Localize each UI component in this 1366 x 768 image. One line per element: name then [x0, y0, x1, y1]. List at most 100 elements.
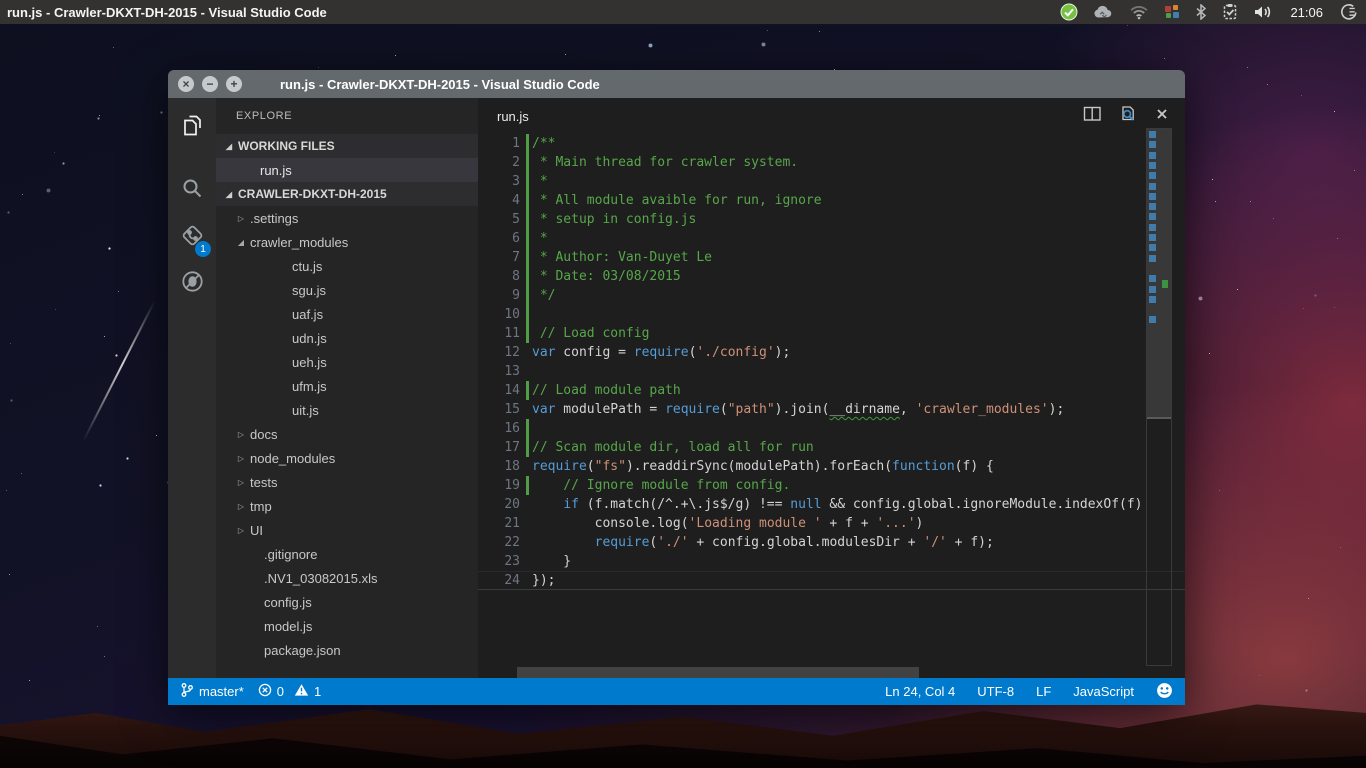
code-line-19[interactable]: 19 // Ignore module from config.: [478, 476, 1185, 495]
clock[interactable]: 21:06: [1290, 5, 1323, 20]
folder-crawler_modules[interactable]: ◢crawler_modules: [216, 230, 478, 254]
file-sgu.js[interactable]: sgu.js: [216, 278, 478, 302]
file-model.js[interactable]: model.js: [216, 614, 478, 638]
editor-group: run.js 1/**2 * Main thread for crawler s…: [478, 98, 1185, 678]
branch-label: master*: [199, 684, 244, 699]
folder-.settings[interactable]: ▷.settings: [216, 206, 478, 230]
ruler-mark-modified: [1149, 275, 1156, 282]
feedback-smiley-icon[interactable]: [1156, 682, 1173, 702]
code-line-1[interactable]: 1/**: [478, 134, 1185, 153]
code-line-12[interactable]: 12var config = require('./config');: [478, 343, 1185, 362]
code-line-5[interactable]: 5 * setup in config.js: [478, 210, 1185, 229]
preview-icon[interactable]: [1119, 105, 1138, 127]
modified-line-indicator: [526, 210, 529, 229]
code-line-3[interactable]: 3 *: [478, 172, 1185, 191]
file-config.js[interactable]: config.js: [216, 590, 478, 614]
file-udn.js[interactable]: udn.js: [216, 326, 478, 350]
code-line-2[interactable]: 2 * Main thread for crawler system.: [478, 153, 1185, 172]
file-package.json[interactable]: package.json: [216, 638, 478, 662]
bluetooth-icon[interactable]: [1195, 2, 1207, 22]
git-branch-status[interactable]: master*: [180, 682, 244, 701]
code-line-8[interactable]: 8 * Date: 03/08/2015: [478, 267, 1185, 286]
code-line-20[interactable]: 20 if (f.match(/^.+\.js$/g) !== null && …: [478, 495, 1185, 514]
warning-count[interactable]: 1: [294, 683, 321, 700]
folder-node_modules[interactable]: ▷node_modules: [216, 446, 478, 470]
working-files-header[interactable]: ◢WORKING FILES: [216, 134, 478, 158]
ruler-mark-modified: [1149, 244, 1156, 251]
code-text: *: [532, 172, 548, 191]
file-ctu.js[interactable]: ctu.js: [216, 254, 478, 278]
token: + f +: [822, 516, 877, 531]
minimize-button[interactable]: −: [202, 76, 218, 92]
folder-tests[interactable]: ▷tests: [216, 470, 478, 494]
status-eol[interactable]: LF: [1036, 684, 1051, 699]
token: 'crawler_modules': [916, 402, 1049, 417]
squiggle-underlined-token: __dirname: [829, 402, 899, 417]
activity-item-git[interactable]: 1: [168, 216, 216, 260]
token: // Load config: [532, 326, 649, 341]
cloud-sync-icon[interactable]: [1093, 2, 1114, 22]
code-line-24[interactable]: 24});: [478, 571, 1185, 590]
code-line-4[interactable]: 4 * All module avaible for run, ignore: [478, 191, 1185, 210]
window-titlebar[interactable]: ×−+ run.js - Crawler-DKXT-DH-2015 - Visu…: [168, 70, 1185, 98]
code-line-16[interactable]: 16: [478, 419, 1185, 438]
folder-label: .settings: [250, 211, 298, 226]
file-label: uit.js: [292, 403, 319, 418]
code-line-10[interactable]: 10: [478, 305, 1185, 324]
code-line-9[interactable]: 9 */: [478, 286, 1185, 305]
activity-item-search[interactable]: [168, 169, 216, 213]
file-uit.js[interactable]: uit.js: [216, 398, 478, 422]
code-line-15[interactable]: 15var modulePath = require("path").join(…: [478, 400, 1185, 419]
workspaces-color-icon[interactable]: [1164, 2, 1180, 22]
file-uaf.js[interactable]: uaf.js: [216, 302, 478, 326]
error-count[interactable]: 0: [258, 683, 284, 700]
panel-window-title: run.js - Crawler-DKXT-DH-2015 - Visual S…: [7, 5, 327, 20]
code-line-11[interactable]: 11 // Load config: [478, 324, 1185, 343]
code-line-14[interactable]: 14// Load module path: [478, 381, 1185, 400]
split-editor-icon[interactable]: [1083, 106, 1102, 127]
code-line-13[interactable]: 13: [478, 362, 1185, 381]
code-line-23[interactable]: 23 }: [478, 552, 1185, 571]
ruler-mark-modified: [1149, 296, 1156, 303]
gutter-spacer: [526, 514, 529, 533]
code-line-6[interactable]: 6 *: [478, 229, 1185, 248]
folder-tmp[interactable]: ▷tmp: [216, 494, 478, 518]
code-line-21[interactable]: 21 console.log('Loading module ' + f + '…: [478, 514, 1185, 533]
session-power-icon[interactable]: [1340, 2, 1358, 22]
activity-item-debug[interactable]: [168, 262, 216, 306]
maximize-button[interactable]: +: [226, 76, 242, 92]
code-line-17[interactable]: 17// Scan module dir, load all for run: [478, 438, 1185, 457]
file-ufm.js[interactable]: ufm.js: [216, 374, 478, 398]
close-editor-icon[interactable]: [1155, 107, 1169, 126]
code-line-7[interactable]: 7 * Author: Van-Duyet Le: [478, 248, 1185, 267]
close-button[interactable]: ×: [178, 76, 194, 92]
chevron-expanded-icon: ◢: [236, 238, 246, 247]
modified-line-indicator: [526, 419, 529, 438]
token: (: [720, 402, 728, 417]
error-count-label: 0: [277, 684, 284, 699]
working-file-run.js[interactable]: run.js: [216, 158, 478, 182]
ruler-mark-modified: [1149, 316, 1156, 323]
status-language-mode[interactable]: JavaScript: [1073, 684, 1134, 699]
tab-run-js[interactable]: run.js: [497, 109, 529, 124]
file-.NV1_03082015.xls[interactable]: .NV1_03082015.xls: [216, 566, 478, 590]
wifi-icon[interactable]: [1129, 2, 1149, 22]
window-buttons: ×−+: [168, 76, 242, 92]
project-root-header[interactable]: ◢CRAWLER-DKXT-DH-2015: [216, 182, 478, 206]
vertical-scrollbar[interactable]: [1146, 128, 1172, 666]
status-encoding[interactable]: UTF-8: [977, 684, 1014, 699]
code-line-22[interactable]: 22 require('./' + config.global.modulesD…: [478, 533, 1185, 552]
status-cursor-position[interactable]: Ln 24, Col 4: [885, 684, 955, 699]
code-area[interactable]: 1/**2 * Main thread for crawler system.3…: [478, 134, 1185, 678]
folder-UI[interactable]: ▷UI: [216, 518, 478, 542]
status-check-icon[interactable]: [1060, 2, 1078, 22]
folder-docs[interactable]: ▷docs: [216, 422, 478, 446]
file-ueh.js[interactable]: ueh.js: [216, 350, 478, 374]
horizontal-scrollbar[interactable]: [517, 667, 919, 678]
file-label: package.json: [264, 643, 341, 658]
activity-item-explorer[interactable]: [168, 106, 216, 150]
volume-icon[interactable]: [1253, 2, 1273, 22]
file-.gitignore[interactable]: .gitignore: [216, 542, 478, 566]
code-line-18[interactable]: 18require("fs").readdirSync(modulePath).…: [478, 457, 1185, 476]
updates-clipboard-icon[interactable]: [1222, 2, 1238, 22]
